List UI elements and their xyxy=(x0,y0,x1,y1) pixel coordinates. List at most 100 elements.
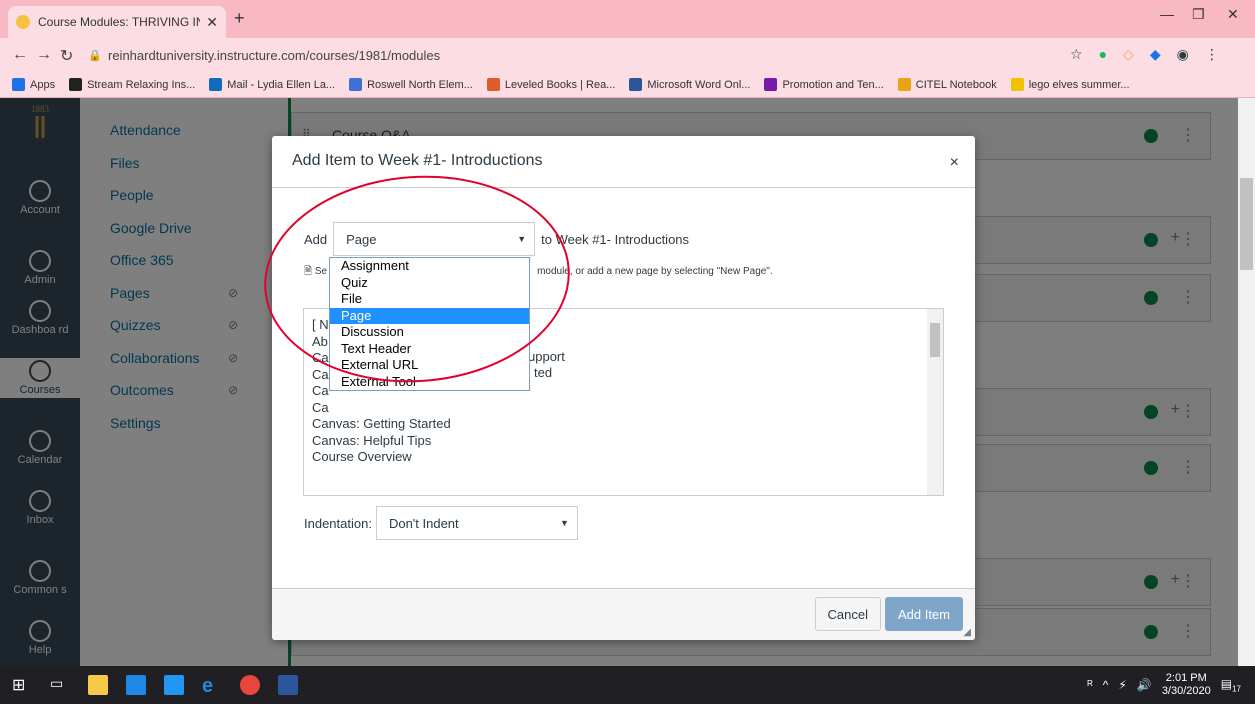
browser-menu-icon[interactable]: ⋮ xyxy=(1205,46,1219,63)
canvas-favicon-icon xyxy=(16,15,30,29)
resize-handle-icon[interactable]: ◢ xyxy=(963,627,971,638)
indentation-select[interactable]: Don't Indent ▼ xyxy=(375,506,578,540)
bookmark-icon xyxy=(349,78,363,91)
clock[interactable]: 2:01 PM 3/30/2020 xyxy=(1162,672,1211,698)
task-view-icon[interactable]: ▭ xyxy=(50,675,70,695)
bookmark-item[interactable]: CITEL Notebook xyxy=(897,78,997,91)
bookmarks-bar: Apps Stream Relaxing Ins... Mail - Lydia E… xyxy=(0,72,1255,98)
list-item[interactable]: Ca xyxy=(304,383,329,399)
dropdown-option[interactable]: Text Header xyxy=(330,341,529,358)
new-tab-icon[interactable]: + xyxy=(234,8,245,29)
extension-blue-icon[interactable]: ◆ xyxy=(1150,46,1161,63)
dialog-footer: Cancel Add Item ◢ xyxy=(272,588,975,640)
bookmark-icon xyxy=(897,78,911,91)
dropdown-option[interactable]: Discussion xyxy=(330,324,529,341)
dropdown-option[interactable]: External URL xyxy=(330,357,529,374)
indentation-row: Indentation: Don't Indent ▼ xyxy=(304,506,578,540)
list-item[interactable]: Canvas: Helpful Tips xyxy=(304,433,431,449)
add-label: Add xyxy=(304,231,328,247)
bookmark-icon xyxy=(629,78,643,91)
page-scroll-thumb[interactable] xyxy=(1240,178,1253,270)
bookmark-icon xyxy=(69,78,83,91)
dropdown-option[interactable]: Assignment xyxy=(330,258,529,275)
dialog-title: Add Item to Week #1- Introductions xyxy=(292,152,543,169)
list-item[interactable]: Ca xyxy=(304,350,329,366)
bookmark-item[interactable]: Stream Relaxing Ins... xyxy=(69,78,195,91)
bookmark-item[interactable]: lego elves summer... xyxy=(1010,78,1130,91)
volume-icon[interactable]: 🔊 xyxy=(1137,678,1152,692)
browser-tab-bar: Course Modules: THRIVING IN C ✕ + — ❐ ✕ xyxy=(0,0,1255,38)
people-icon[interactable]: ᴿ xyxy=(1087,678,1092,692)
list-scroll-thumb[interactable] xyxy=(930,323,940,357)
address-bar-row: ← → ↻ 🔒 reinhardtuniversity.instructure.… xyxy=(0,38,1255,72)
network-icon[interactable]: ⚡ xyxy=(1118,678,1126,692)
bookmark-icon xyxy=(1010,78,1024,91)
notification-icon[interactable]: ▤17 xyxy=(1221,677,1241,693)
list-item[interactable]: Ca xyxy=(304,367,329,383)
system-tray: ᴿ ^ ⚡ 🔊 2:01 PM 3/30/2020 ▤17 xyxy=(1087,666,1241,704)
bookmark-item[interactable]: Promotion and Ten... xyxy=(764,78,884,91)
chevron-down-icon: ▼ xyxy=(517,234,527,244)
tab-title: Course Modules: THRIVING IN C xyxy=(38,15,201,29)
url-input[interactable]: 🔒 reinhardtuniversity.instructure.com/co… xyxy=(88,42,1118,68)
extension-green-icon[interactable]: ● xyxy=(1099,46,1107,63)
list-item[interactable]: Ab xyxy=(304,334,328,350)
item-type-select[interactable]: Page ▼ xyxy=(333,222,536,256)
bookmark-item[interactable]: Leveled Books | Rea... xyxy=(486,78,615,91)
list-scrollbar[interactable] xyxy=(927,309,943,495)
profile-avatar-icon[interactable]: ◉ xyxy=(1177,46,1189,63)
url-text: reinhardtuniversity.instructure.com/cour… xyxy=(108,47,441,63)
bookmark-icon xyxy=(764,78,778,91)
edge-browser-icon[interactable]: e xyxy=(202,675,222,697)
indentation-label: Indentation: xyxy=(304,515,372,531)
bookmark-item[interactable]: Apps xyxy=(12,78,55,91)
add-type-row: Add Page ▼ to Week #1- Introductions xyxy=(304,222,689,256)
windows-taskbar: ⊞ ▭ e ᴿ ^ ⚡ 🔊 2:01 PM 3/30/2020 ▤17 xyxy=(0,666,1255,704)
list-item[interactable]: [ N xyxy=(304,317,329,333)
windows-start-icon[interactable]: ⊞ xyxy=(12,675,32,695)
forward-icon[interactable]: → xyxy=(36,46,52,64)
reload-icon[interactable]: ↻ xyxy=(60,46,73,66)
extension-orange-icon[interactable]: ◇ xyxy=(1123,46,1134,63)
dropdown-option[interactable]: External Tool xyxy=(330,374,529,391)
page-scrollbar[interactable] xyxy=(1238,98,1255,666)
list-item[interactable]: Course Overview xyxy=(304,449,412,465)
bookmark-icon xyxy=(486,78,500,91)
browser-tab[interactable]: Course Modules: THRIVING IN C ✕ xyxy=(8,6,226,38)
cancel-button[interactable]: Cancel xyxy=(814,597,881,631)
back-icon[interactable]: ← xyxy=(12,46,28,64)
add-item-button[interactable]: Add Item xyxy=(884,597,963,631)
chevron-up-icon[interactable]: ^ xyxy=(1103,678,1109,692)
bookmark-icon xyxy=(209,78,223,91)
store-icon[interactable] xyxy=(88,675,108,695)
word-icon[interactable] xyxy=(278,675,298,695)
item-type-dropdown: Assignment Quiz File Page Discussion Text Hea… xyxy=(329,257,530,391)
tab-close-icon[interactable]: ✕ xyxy=(206,14,218,31)
bookmark-star-icon[interactable]: ☆ xyxy=(1070,46,1083,63)
dropdown-option[interactable]: Quiz xyxy=(330,275,529,292)
indentation-value: Don't Indent xyxy=(388,515,459,531)
chrome-icon[interactable] xyxy=(240,675,260,695)
list-item-fragment: ted xyxy=(534,365,553,380)
chevron-down-icon: ▼ xyxy=(560,518,569,528)
bookmark-item[interactable]: Roswell North Elem... xyxy=(349,78,473,91)
bookmark-item[interactable]: Microsoft Word Onl... xyxy=(629,78,750,91)
list-item[interactable]: Canvas: Getting Started xyxy=(304,416,451,432)
item-type-value: Page xyxy=(346,231,377,247)
list-item[interactable]: Ca xyxy=(304,400,329,416)
bookmark-icon xyxy=(12,78,25,91)
close-icon[interactable]: × xyxy=(950,154,959,172)
restore-icon[interactable]: ❐ xyxy=(1192,6,1205,23)
window-close-icon[interactable]: ✕ xyxy=(1227,6,1239,23)
file-explorer-icon[interactable] xyxy=(126,675,146,695)
page-icon: 🗎 xyxy=(304,266,313,277)
lock-icon: 🔒 xyxy=(88,49,102,62)
dropdown-option[interactable]: Page xyxy=(330,307,529,324)
dropdown-option[interactable]: File xyxy=(330,291,529,308)
list-item-fragment: upport xyxy=(528,349,565,364)
to-module-label: to Week #1- Introductions xyxy=(541,231,690,247)
calendar-app-icon[interactable] xyxy=(164,675,184,695)
bookmark-item[interactable]: Mail - Lydia Ellen La... xyxy=(209,78,335,91)
dialog-header: Add Item to Week #1- Introductions × xyxy=(272,136,975,188)
minimize-icon[interactable]: — xyxy=(1160,6,1174,22)
